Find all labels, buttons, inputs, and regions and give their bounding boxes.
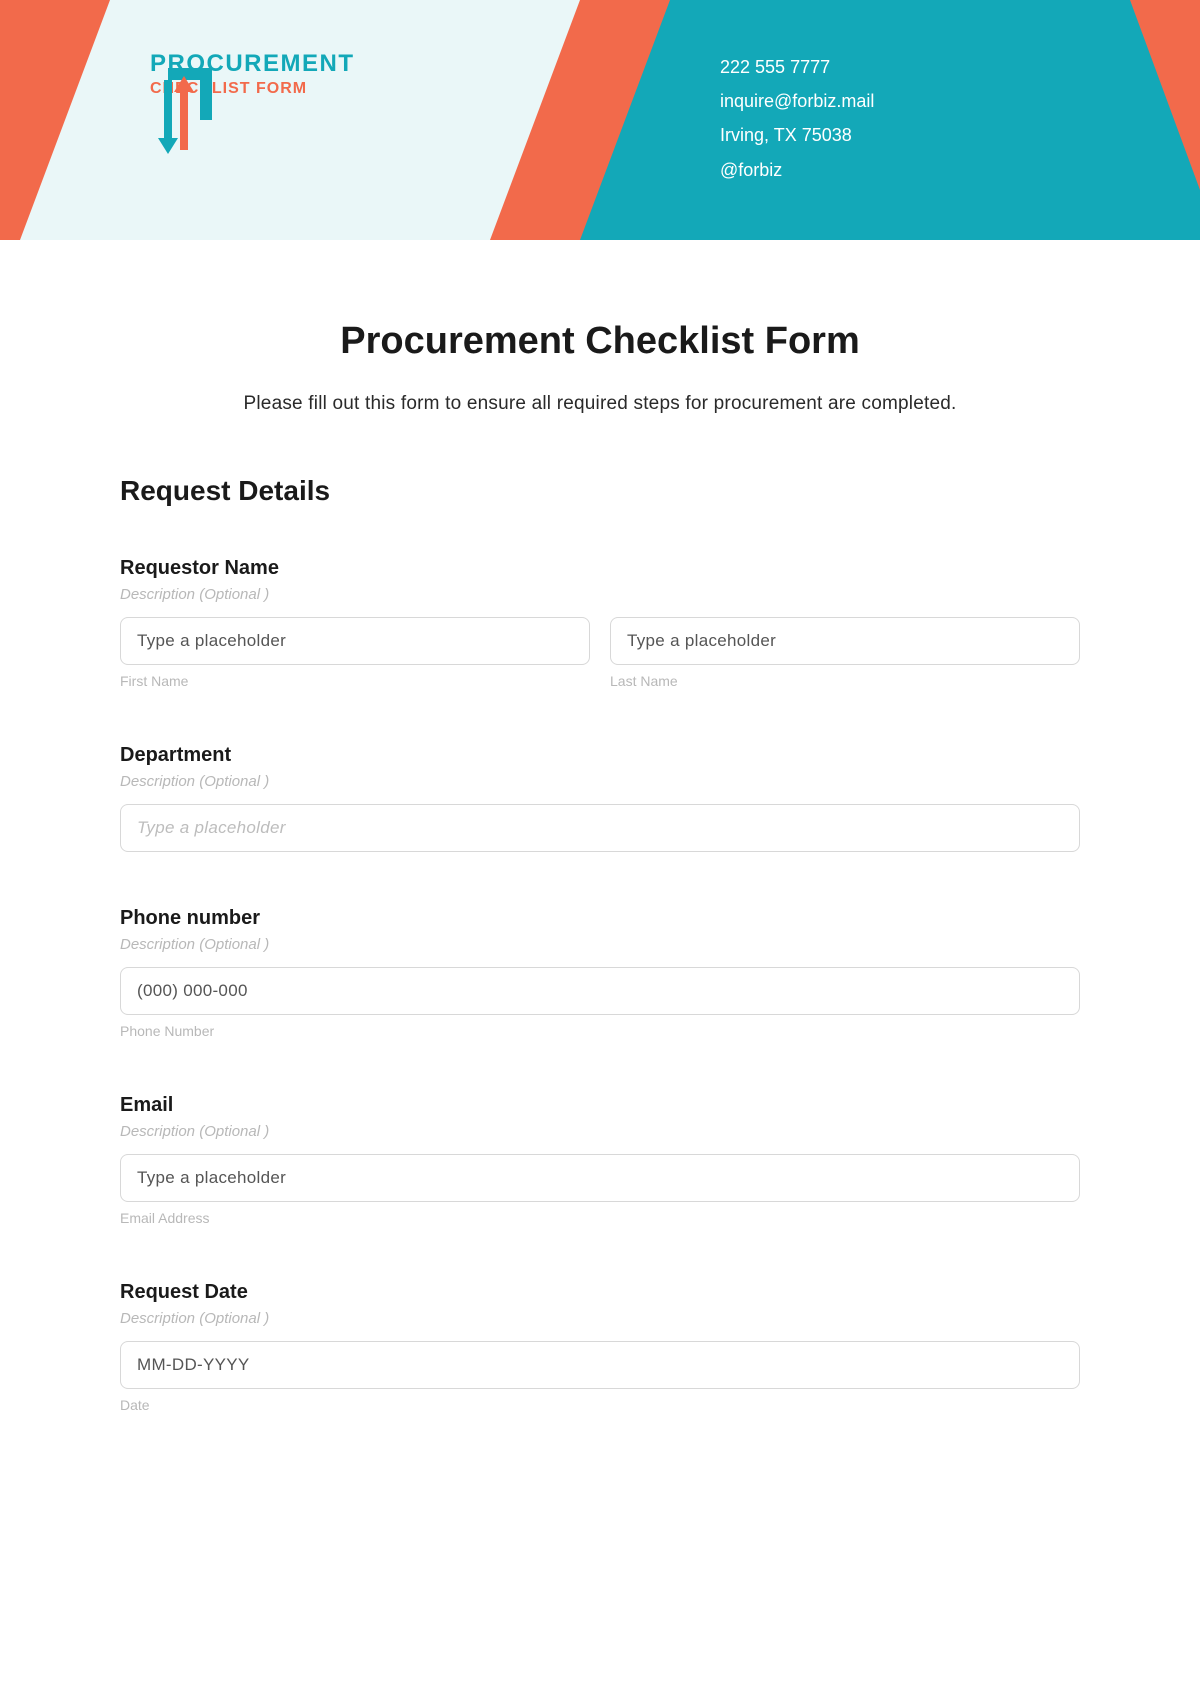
logo: PROCUREMENT CHECKLIST FORM: [150, 50, 355, 98]
page-subtitle: Please fill out this form to ensure all …: [120, 393, 1080, 415]
contact-phone: 222 555 7777: [720, 50, 874, 84]
logo-icon: [150, 50, 220, 160]
field-label: Phone number: [120, 907, 1080, 930]
field-desc: Description (Optional ): [120, 936, 1080, 953]
contact-handle: @forbiz: [720, 153, 874, 187]
page-title: Procurement Checklist Form: [120, 320, 1080, 363]
section-heading: Request Details: [120, 475, 1080, 507]
phone-input[interactable]: [120, 967, 1080, 1015]
sublabel-email: Email Address: [120, 1210, 1080, 1226]
field-desc: Description (Optional ): [120, 1123, 1080, 1140]
first-name-input[interactable]: [120, 617, 590, 665]
department-input[interactable]: [120, 804, 1080, 852]
field-phone: Phone number Description (Optional ) Pho…: [120, 907, 1080, 1039]
field-label: Email: [120, 1094, 1080, 1117]
contact-block: 222 555 7777 inquire@forbiz.mail Irving,…: [720, 50, 874, 187]
sublabel-date: Date: [120, 1397, 1080, 1413]
email-input[interactable]: [120, 1154, 1080, 1202]
field-email: Email Description (Optional ) Email Addr…: [120, 1094, 1080, 1226]
field-desc: Description (Optional ): [120, 1310, 1080, 1327]
field-desc: Description (Optional ): [120, 586, 1080, 603]
sublabel-first-name: First Name: [120, 673, 590, 689]
field-requestor-name: Requestor Name Description (Optional ) F…: [120, 557, 1080, 689]
header-banner: PROCUREMENT CHECKLIST FORM 222 555 7777 …: [0, 0, 1200, 240]
contact-email: inquire@forbiz.mail: [720, 84, 874, 118]
field-desc: Description (Optional ): [120, 773, 1080, 790]
sublabel-phone: Phone Number: [120, 1023, 1080, 1039]
contact-address: Irving, TX 75038: [720, 118, 874, 152]
field-label: Department: [120, 744, 1080, 767]
field-department: Department Description (Optional ): [120, 744, 1080, 852]
form-body: Procurement Checklist Form Please fill o…: [0, 240, 1200, 1508]
sublabel-last-name: Last Name: [610, 673, 1080, 689]
last-name-input[interactable]: [610, 617, 1080, 665]
field-label: Requestor Name: [120, 557, 1080, 580]
date-input[interactable]: [120, 1341, 1080, 1389]
field-label: Request Date: [120, 1281, 1080, 1304]
field-request-date: Request Date Description (Optional ) Dat…: [120, 1281, 1080, 1413]
